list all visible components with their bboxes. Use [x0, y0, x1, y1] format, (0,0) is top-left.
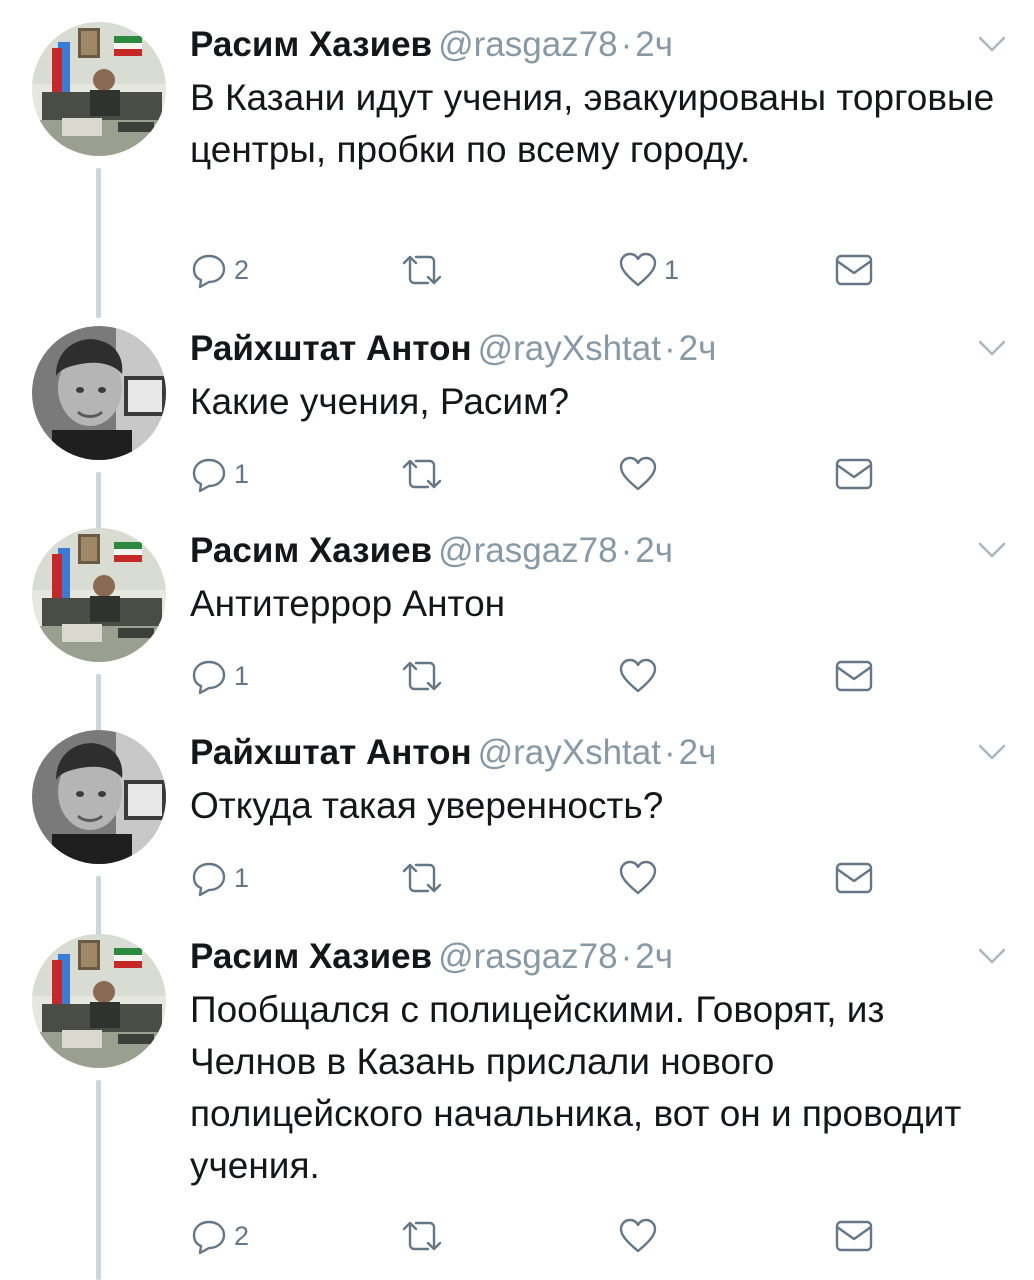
tweet-text: Какие учения, Расим?: [190, 381, 570, 422]
tweet-actions: 1: [190, 452, 890, 496]
chevron-down-icon[interactable]: [976, 534, 1008, 566]
thread-connector: [96, 876, 101, 936]
retweet-button[interactable]: [398, 654, 452, 698]
reply-button[interactable]: 1: [190, 856, 249, 900]
author-name[interactable]: Расим Хазиев: [190, 937, 432, 976]
author-name[interactable]: Расим Хазиев: [190, 531, 432, 570]
heart-icon: [619, 1218, 657, 1253]
retweet-icon: [402, 255, 442, 285]
author-handle[interactable]: @rasgaz78: [438, 531, 618, 570]
like-button[interactable]: [618, 654, 664, 698]
reply-button[interactable]: 2: [190, 248, 249, 292]
heart-icon: [619, 252, 657, 287]
like-button[interactable]: [618, 856, 664, 900]
thread-connector: [96, 674, 101, 734]
direct-message-button[interactable]: [834, 856, 874, 900]
separator: ·: [620, 531, 633, 570]
tweet-text: Откуда такая уверенность?: [190, 785, 664, 826]
thread-connector: [96, 168, 101, 318]
avatar[interactable]: [32, 22, 166, 156]
envelope-icon: [835, 458, 873, 490]
separator: ·: [620, 25, 633, 64]
avatar[interactable]: [32, 934, 166, 1068]
envelope-icon: [835, 862, 873, 894]
retweet-button[interactable]: [398, 1214, 452, 1258]
heart-icon: [619, 860, 657, 895]
like-count: 1: [664, 254, 680, 285]
tweet-text: Антитеррор Антон: [190, 583, 506, 624]
direct-message-button[interactable]: [834, 452, 874, 496]
author-handle[interactable]: @rasgaz78: [438, 937, 618, 976]
reply-icon: [192, 254, 226, 289]
reply-icon: [192, 862, 226, 897]
chevron-down-icon[interactable]: [976, 28, 1008, 60]
chevron-down-icon[interactable]: [976, 332, 1008, 364]
retweet-icon: [402, 1221, 442, 1251]
separator: ·: [663, 733, 676, 772]
reply-button[interactable]: 1: [190, 452, 249, 496]
tweet-actions: 1: [190, 856, 890, 900]
direct-message-button[interactable]: [834, 654, 874, 698]
reply-icon: [192, 660, 226, 695]
like-button[interactable]: [618, 1214, 664, 1258]
like-button[interactable]: [618, 452, 664, 496]
reply-button[interactable]: 2: [190, 1214, 249, 1258]
author-handle[interactable]: @rasgaz78: [438, 25, 618, 64]
tweet-text: Пообщался с полицейскими. Говорят, из Че…: [190, 989, 962, 1186]
tweet-thread: Расим Хазиев @rasgaz78·2ч В Казани идут у…: [0, 0, 1034, 1280]
reply-count: 2: [234, 254, 250, 285]
tweet-text: В Казани идут учения, эвакуированы торго…: [190, 77, 995, 170]
envelope-icon: [835, 1220, 873, 1252]
reply-button[interactable]: 1: [190, 654, 249, 698]
reply-count: 1: [234, 458, 250, 489]
retweet-button[interactable]: [398, 452, 452, 496]
tweet-actions: 2 1: [190, 248, 890, 292]
like-button[interactable]: 1: [618, 248, 679, 292]
avatar[interactable]: [32, 528, 166, 662]
envelope-icon: [835, 660, 873, 692]
tweet-header: Райхштат Антон @rayXshtat·2ч: [190, 326, 716, 372]
thread-connector: [96, 472, 101, 532]
timestamp[interactable]: 2ч: [679, 733, 717, 772]
chevron-down-icon[interactable]: [976, 736, 1008, 768]
tweet-header: Расим Хазиев @rasgaz78·2ч: [190, 22, 673, 68]
chevron-down-icon[interactable]: [976, 940, 1008, 972]
author-handle[interactable]: @rayXshtat: [478, 329, 661, 368]
author-handle[interactable]: @rayXshtat: [478, 733, 661, 772]
tweet-actions: 2: [190, 1214, 890, 1258]
separator: ·: [620, 937, 633, 976]
reply-icon: [192, 1220, 226, 1255]
thread-connector: [96, 1080, 101, 1280]
retweet-icon: [402, 661, 442, 691]
direct-message-button[interactable]: [834, 1214, 874, 1258]
retweet-button[interactable]: [398, 248, 452, 292]
heart-icon: [619, 658, 657, 693]
tweet-header: Расим Хазиев @rasgaz78·2ч: [190, 934, 673, 980]
avatar[interactable]: [32, 326, 166, 460]
tweet-header: Расим Хазиев @rasgaz78·2ч: [190, 528, 673, 574]
retweet-button[interactable]: [398, 856, 452, 900]
reply-count: 2: [234, 1220, 250, 1251]
retweet-icon: [402, 459, 442, 489]
timestamp[interactable]: 2ч: [635, 531, 673, 570]
heart-icon: [619, 456, 657, 491]
retweet-icon: [402, 863, 442, 893]
reply-icon: [192, 458, 226, 493]
timestamp[interactable]: 2ч: [635, 937, 673, 976]
tweet-actions: 1: [190, 654, 890, 698]
tweet-header: Райхштат Антон @rayXshtat·2ч: [190, 730, 716, 776]
reply-count: 1: [234, 862, 250, 893]
author-name[interactable]: Расим Хазиев: [190, 25, 432, 64]
separator: ·: [663, 329, 676, 368]
reply-count: 1: [234, 660, 250, 691]
author-name[interactable]: Райхштат Антон: [190, 329, 472, 368]
timestamp[interactable]: 2ч: [679, 329, 717, 368]
direct-message-button[interactable]: [834, 248, 874, 292]
author-name[interactable]: Райхштат Антон: [190, 733, 472, 772]
avatar[interactable]: [32, 730, 166, 864]
timestamp[interactable]: 2ч: [635, 25, 673, 64]
envelope-icon: [835, 254, 873, 286]
